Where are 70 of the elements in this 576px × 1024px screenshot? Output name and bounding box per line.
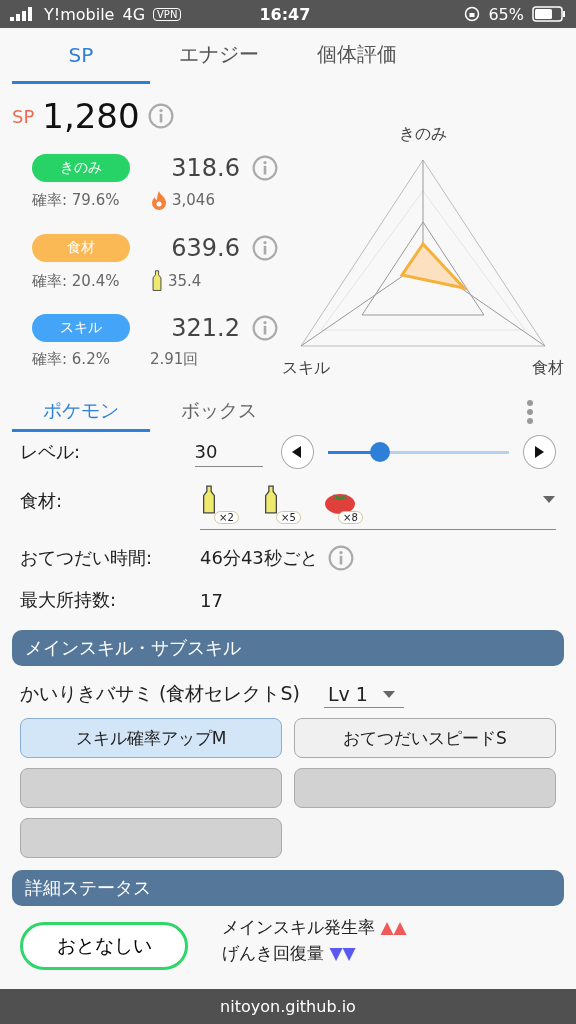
info-icon[interactable]: [147, 103, 174, 129]
clock-time: 16:47: [259, 4, 312, 24]
radar-axis-label: スキル: [282, 357, 330, 379]
more-options-icon[interactable]: [526, 399, 534, 425]
tab[interactable]: 個体評価: [288, 28, 426, 84]
section-header: 詳細ステータス: [12, 870, 564, 906]
count-badge: ×5: [276, 510, 301, 524]
score-value: 1,280: [42, 96, 140, 136]
main-skill-name: かいりきバサミ (食材セレクトS): [20, 681, 300, 706]
effect-marks: ▼▼: [329, 943, 356, 963]
slider-thumb[interactable]: [370, 441, 391, 462]
radar-axis-label: きのみ: [398, 124, 448, 145]
oil-bottle-icon: [150, 270, 164, 292]
empty-subskill-slot[interactable]: [20, 818, 282, 858]
field-label: おてつだい時間:: [20, 546, 154, 570]
probability-text: 確率: 79.6%: [32, 190, 121, 210]
score-label: SP: [12, 105, 35, 127]
field-label: 最大所持数:: [20, 588, 118, 612]
field-label: レベル:: [20, 440, 82, 464]
flame-icon: [150, 190, 168, 210]
section-header: メインスキル・サブスキル: [12, 630, 564, 666]
carrier-name: Y!mobile: [44, 4, 115, 24]
stat-extra: 35.4: [168, 272, 202, 290]
url-text: nitoyon.github.io: [220, 997, 356, 1016]
ingredient-select[interactable]: ×2 ×5 ×8: [200, 472, 556, 530]
effect-marks: ▲▲: [380, 917, 407, 937]
nature-button[interactable]: おとなしい: [20, 922, 188, 970]
effect-label: げんき回復量: [222, 943, 324, 963]
oil-bottle-icon: [262, 484, 280, 515]
stat-value: 639.6: [170, 234, 240, 262]
battery-percent: 65%: [488, 4, 524, 24]
vpn-indicator: VPN: [153, 7, 182, 21]
info-icon[interactable]: [327, 545, 354, 571]
category-badge: 食材: [32, 234, 130, 262]
stat-extra: 3,046: [172, 191, 215, 209]
count-badge: ×2: [214, 510, 239, 524]
skill-level-select[interactable]: Lv 1: [323, 680, 404, 708]
subskill-button[interactable]: おてつだいスピードS: [294, 718, 556, 758]
level-input[interactable]: 30: [194, 437, 263, 467]
caret-icon: [542, 493, 556, 504]
stat-value: 318.6: [170, 154, 240, 182]
stat-extra: 2.91回: [150, 350, 199, 369]
radar-axis-label: 食材: [532, 357, 564, 379]
decrement-button[interactable]: [280, 435, 314, 469]
info-icon[interactable]: [252, 155, 278, 181]
stat-value: 321.2: [170, 314, 240, 342]
tab[interactable]: エナジー: [150, 28, 288, 84]
count-badge: ×8: [338, 510, 363, 524]
caret-icon: [381, 688, 396, 699]
category-badge: スキル: [32, 314, 130, 342]
empty-subskill-slot[interactable]: [20, 768, 282, 808]
info-icon[interactable]: [252, 235, 278, 261]
category-badge: きのみ: [32, 154, 130, 182]
subskill-button[interactable]: スキル確率アップM: [20, 718, 282, 758]
oil-bottle-icon: [200, 484, 218, 515]
effect-label: メインスキル発生率: [222, 917, 375, 937]
tab[interactable]: ポケモン: [12, 392, 150, 432]
info-icon[interactable]: [252, 315, 278, 341]
battery-icon: [532, 6, 566, 22]
field-value: 46分43秒ごと: [200, 546, 318, 570]
empty-subskill-slot[interactable]: [294, 768, 556, 808]
tab[interactable]: ボックス: [150, 392, 288, 432]
field-value: 17: [200, 589, 223, 611]
probability-text: 確率: 20.4%: [32, 271, 121, 291]
probability-text: 確率: 6.2%: [32, 350, 111, 369]
network-type: 4G: [122, 4, 146, 24]
increment-button[interactable]: [522, 435, 556, 469]
tab[interactable]: SP: [12, 28, 150, 84]
rotation-lock-icon: [464, 6, 481, 22]
field-label: 食材:: [20, 489, 64, 513]
